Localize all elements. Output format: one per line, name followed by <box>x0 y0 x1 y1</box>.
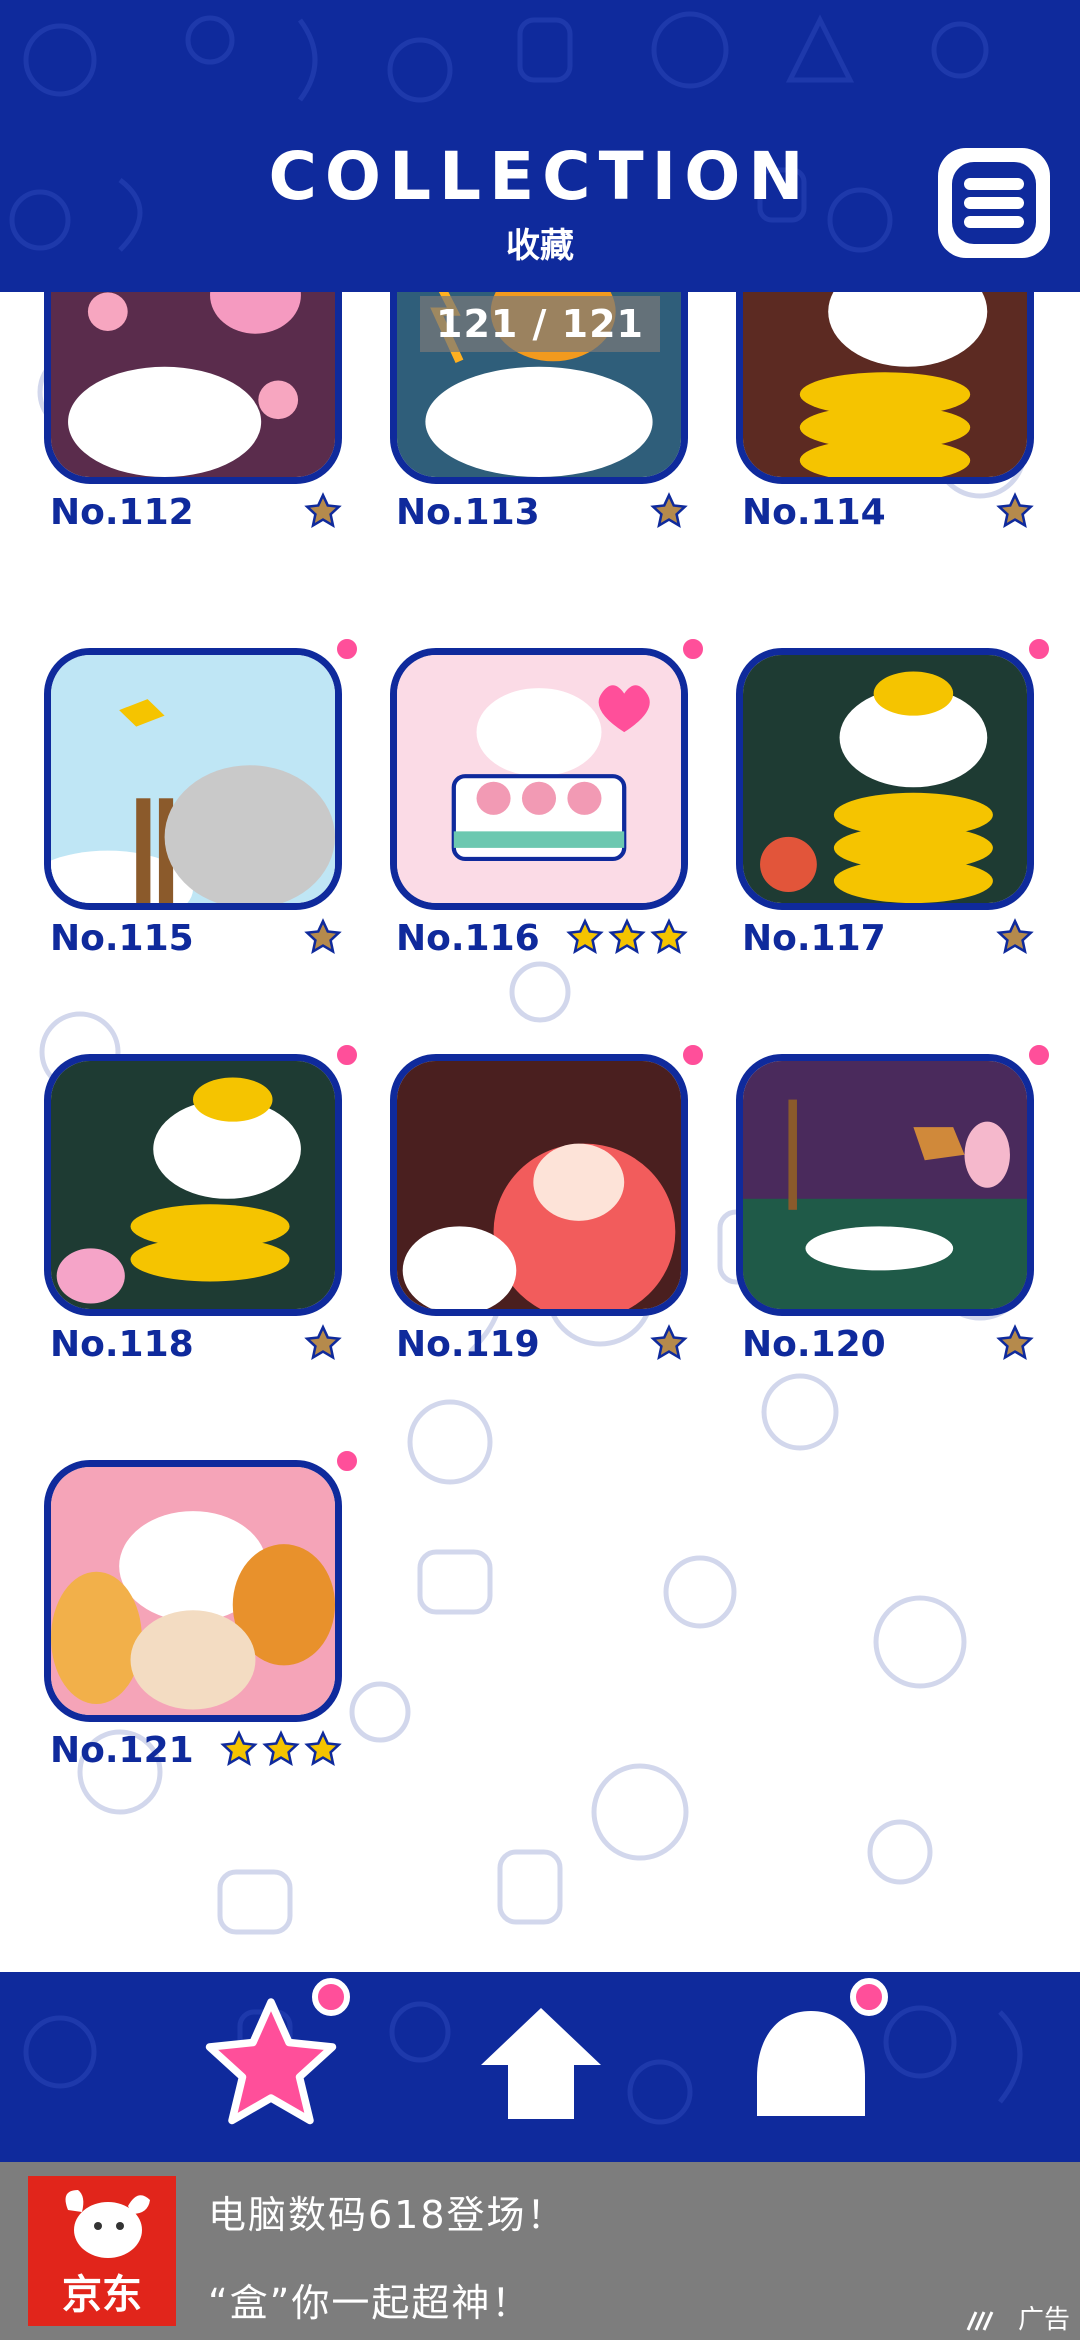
card-illustration <box>44 1460 342 1722</box>
ad-brand-logo: 京东 <box>28 2176 176 2326</box>
page-title: COLLECTION <box>268 138 812 215</box>
star-icon <box>608 918 646 958</box>
card-rating <box>650 1324 688 1364</box>
star-icon <box>566 918 604 958</box>
star-icon <box>650 492 688 532</box>
ad-headline: 电脑数码618登场！ <box>208 2193 567 2237</box>
card-number: No.115 <box>50 918 194 959</box>
header-bar: COLLECTION 收藏 <box>0 0 1080 292</box>
card-rating <box>996 492 1034 532</box>
card-rating <box>304 1324 342 1364</box>
star-icon <box>996 492 1034 532</box>
jd-mascot-icon <box>65 2190 150 2258</box>
card-illustration <box>736 648 1034 910</box>
card-number: No.112 <box>50 492 194 533</box>
nav-character-badge <box>850 1978 888 2016</box>
card-illustration <box>44 292 342 484</box>
star-icon <box>650 918 688 958</box>
card-rating <box>566 918 688 958</box>
star-icon <box>304 1730 342 1770</box>
collection-card[interactable]: No.120 <box>724 1040 1054 1384</box>
new-badge <box>678 634 708 664</box>
card-illustration <box>44 648 342 910</box>
page-subtitle: 收藏 <box>506 226 574 266</box>
card-number: No.119 <box>396 1324 540 1365</box>
card-number: No.117 <box>742 918 886 959</box>
card-illustration <box>390 648 688 910</box>
star-icon <box>262 1730 300 1770</box>
collection-card[interactable]: No.117 <box>724 634 1054 978</box>
new-badge <box>332 1040 362 1070</box>
menu-list-icon <box>952 162 1036 244</box>
ad-label: 广告 <box>1017 2305 1070 2335</box>
page-counter: 121 / 121 <box>420 296 660 352</box>
star-icon <box>304 492 342 532</box>
card-illustration <box>736 292 1034 484</box>
card-rating <box>996 1324 1034 1364</box>
star-icon <box>304 918 342 958</box>
nav-collection-badge <box>312 1978 350 2016</box>
new-badge <box>1024 1040 1054 1070</box>
ad-banner[interactable]: 京东 电脑数码618登场！ “盒”你一起超神！ 广告 <box>0 2162 1080 2340</box>
card-rating <box>304 492 342 532</box>
card-illustration <box>390 1054 688 1316</box>
card-illustration <box>736 1054 1034 1316</box>
menu-button[interactable] <box>938 148 1050 258</box>
collection-card[interactable]: No.116 <box>378 634 708 978</box>
new-badge <box>1024 634 1054 664</box>
card-illustration <box>44 1054 342 1316</box>
card-number: No.120 <box>742 1324 886 1365</box>
ad-tagline: “盒”你一起超神！ <box>208 2281 532 2325</box>
collection-card[interactable]: No.118 <box>32 1040 362 1384</box>
card-rating <box>996 918 1034 958</box>
bottom-nav <box>0 1972 1080 2162</box>
star-icon <box>650 1324 688 1364</box>
card-number: No.114 <box>742 492 886 533</box>
collection-card[interactable]: No.119 <box>378 1040 708 1384</box>
card-number: No.121 <box>50 1730 194 1771</box>
collection-card[interactable]: No.121 <box>32 1446 362 1790</box>
ad-brand-name: 京东 <box>62 2272 142 2318</box>
ad-network-icon <box>966 2311 994 2331</box>
card-rating <box>650 492 688 532</box>
collection-card[interactable]: No.115 <box>32 634 362 978</box>
collection-grid[interactable]: No.112 No.113 No.114 No.115 No.116 No.11… <box>0 292 1080 1972</box>
card-rating <box>304 918 342 958</box>
star-icon <box>220 1730 258 1770</box>
nav-home-button[interactable] <box>466 1990 616 2140</box>
card-rating <box>220 1730 342 1770</box>
card-number: No.116 <box>396 918 540 959</box>
card-number: No.113 <box>396 492 540 533</box>
card-number: No.118 <box>50 1324 194 1365</box>
collection-card[interactable]: No.114 <box>724 292 1034 552</box>
new-badge <box>332 634 362 664</box>
star-icon <box>996 918 1034 958</box>
star-icon <box>304 1324 342 1364</box>
new-badge <box>332 1446 362 1476</box>
home-icon <box>481 2008 601 2119</box>
star-icon <box>996 1324 1034 1364</box>
new-badge <box>678 1040 708 1070</box>
collection-card[interactable]: No.112 <box>32 292 342 552</box>
